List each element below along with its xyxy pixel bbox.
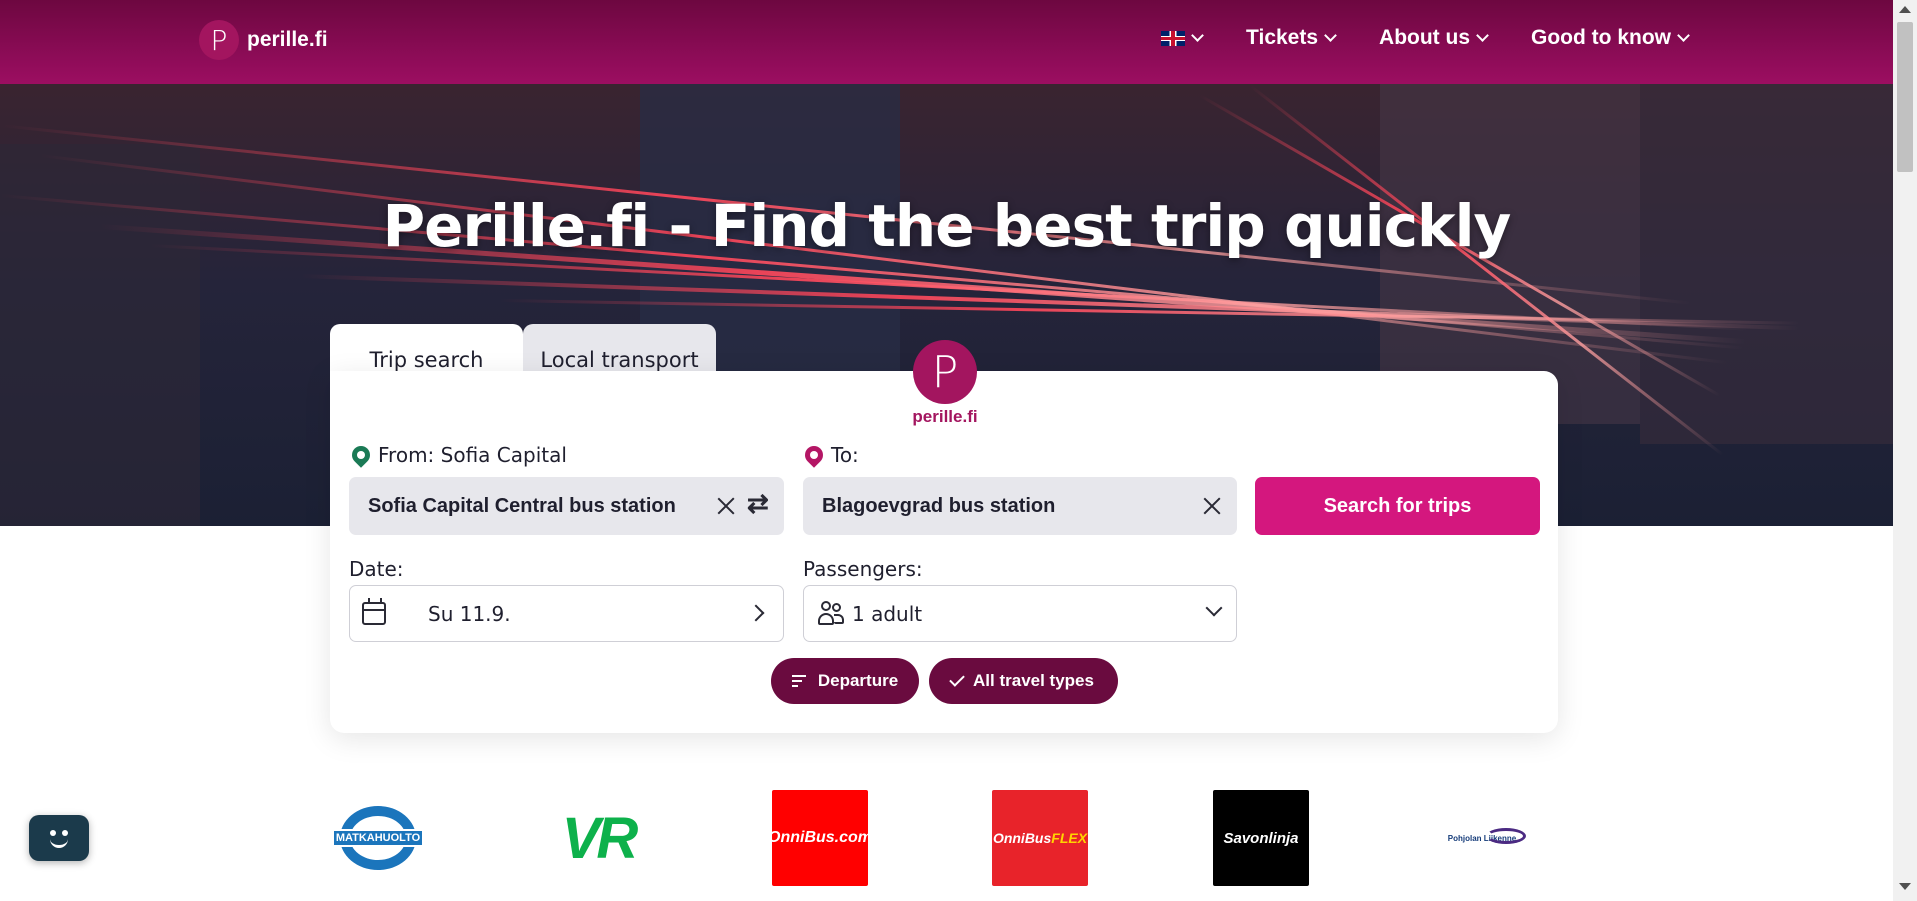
chat-widget-button[interactable]: [29, 815, 89, 861]
passengers-value: 1 adult: [852, 601, 923, 626]
hero-building: [1640, 84, 1893, 444]
search-trips-button[interactable]: Search for trips: [1255, 477, 1540, 535]
site-logo[interactable]: P perille.fi: [199, 20, 328, 60]
to-input[interactable]: Blagoevgrad bus station: [803, 477, 1237, 535]
next-day-icon[interactable]: [747, 604, 765, 622]
chat-eye-icon: [62, 830, 68, 836]
brand-logo-icon: P: [913, 340, 977, 404]
onnibus-flex-logo[interactable]: OnniBus FLEX: [992, 790, 1088, 886]
from-label-text: From: Sofia Capital: [378, 443, 567, 467]
swoosh-icon: [1486, 828, 1526, 844]
scroll-down-arrow-icon[interactable]: [1899, 883, 1911, 890]
location-pin-icon: [348, 442, 374, 468]
chat-eye-icon: [50, 830, 56, 836]
matkahuolto-ring: MATKAHUOLTO: [332, 806, 424, 870]
nav-tickets[interactable]: Tickets: [1246, 26, 1337, 50]
chevron-down-icon: [1324, 28, 1337, 42]
nav-good-to-know[interactable]: Good to know: [1531, 26, 1690, 50]
passengers-label: Passengers:: [803, 557, 923, 581]
pohjolan-liikenne-logo[interactable]: Pohjolan Liikenne: [1434, 790, 1530, 886]
flex-text: FLEX: [1051, 830, 1088, 846]
brand-logo-text: perille.fi: [912, 407, 978, 426]
matkahuolto-logo[interactable]: MATKAHUOLTO: [330, 790, 426, 886]
sort-icon: [791, 674, 808, 688]
clear-to-icon[interactable]: [1202, 496, 1222, 516]
from-label: From: Sofia Capital: [348, 442, 567, 468]
onnibus-flex-text: OnniBus: [992, 830, 1052, 846]
top-navigation-bar: P perille.fi Tickets About us Good to kn…: [0, 0, 1893, 84]
chevron-down-icon: [1677, 28, 1690, 42]
departure-label: Departure: [817, 671, 899, 690]
main-nav: Tickets About us Good to know: [1161, 26, 1690, 50]
nav-about-us-label: About us: [1379, 26, 1471, 49]
date-picker[interactable]: Su 11.9.: [349, 585, 784, 642]
savonlinja-logo[interactable]: Savonlinja: [1213, 790, 1309, 886]
people-icon: [818, 601, 844, 627]
scroll-up-arrow-icon[interactable]: [1899, 6, 1911, 13]
chevron-down-icon: [1205, 599, 1223, 617]
date-value: Su 11.9.: [428, 601, 511, 626]
logo-mark-icon: P: [199, 20, 239, 60]
chevron-down-icon: [1476, 28, 1489, 42]
date-label: Date:: [349, 557, 404, 581]
scrollbar-thumb[interactable]: [1897, 22, 1913, 172]
page-title: Perille.fi - Find the best trip quickly: [382, 192, 1512, 260]
location-pin-icon: [801, 442, 827, 468]
chat-smile-icon: [50, 839, 68, 848]
vr-logo[interactable]: VR: [550, 790, 646, 886]
to-input-value: Blagoevgrad bus station: [822, 494, 1056, 517]
nav-good-to-know-label: Good to know: [1531, 26, 1671, 49]
clear-from-icon[interactable]: [716, 496, 736, 516]
to-label: To:: [801, 442, 859, 468]
from-input[interactable]: Sofia Capital Central bus station ⇄: [349, 477, 784, 535]
matkahuolto-text: MATKAHUOLTO: [332, 829, 424, 847]
passengers-select[interactable]: 1 adult: [803, 585, 1237, 642]
check-icon: [949, 671, 965, 687]
uk-flag-icon: [1161, 30, 1186, 46]
language-selector[interactable]: [1161, 28, 1204, 46]
to-label-text: To:: [831, 443, 859, 467]
nav-about-us[interactable]: About us: [1379, 26, 1489, 50]
swap-locations-icon[interactable]: ⇄: [747, 488, 769, 519]
chevron-down-icon: [1191, 28, 1204, 42]
calendar-icon: [362, 598, 386, 625]
nav-tickets-label: Tickets: [1246, 26, 1319, 49]
from-input-value: Sofia Capital Central bus station: [368, 494, 676, 517]
logo-text: perille.fi: [247, 28, 328, 51]
travel-types-button[interactable]: All travel types: [929, 658, 1118, 704]
travel-types-label: All travel types: [973, 671, 1094, 690]
departure-sort-button[interactable]: Departure: [771, 658, 919, 704]
onnibus-logo[interactable]: OnniBus.com: [768, 790, 872, 886]
